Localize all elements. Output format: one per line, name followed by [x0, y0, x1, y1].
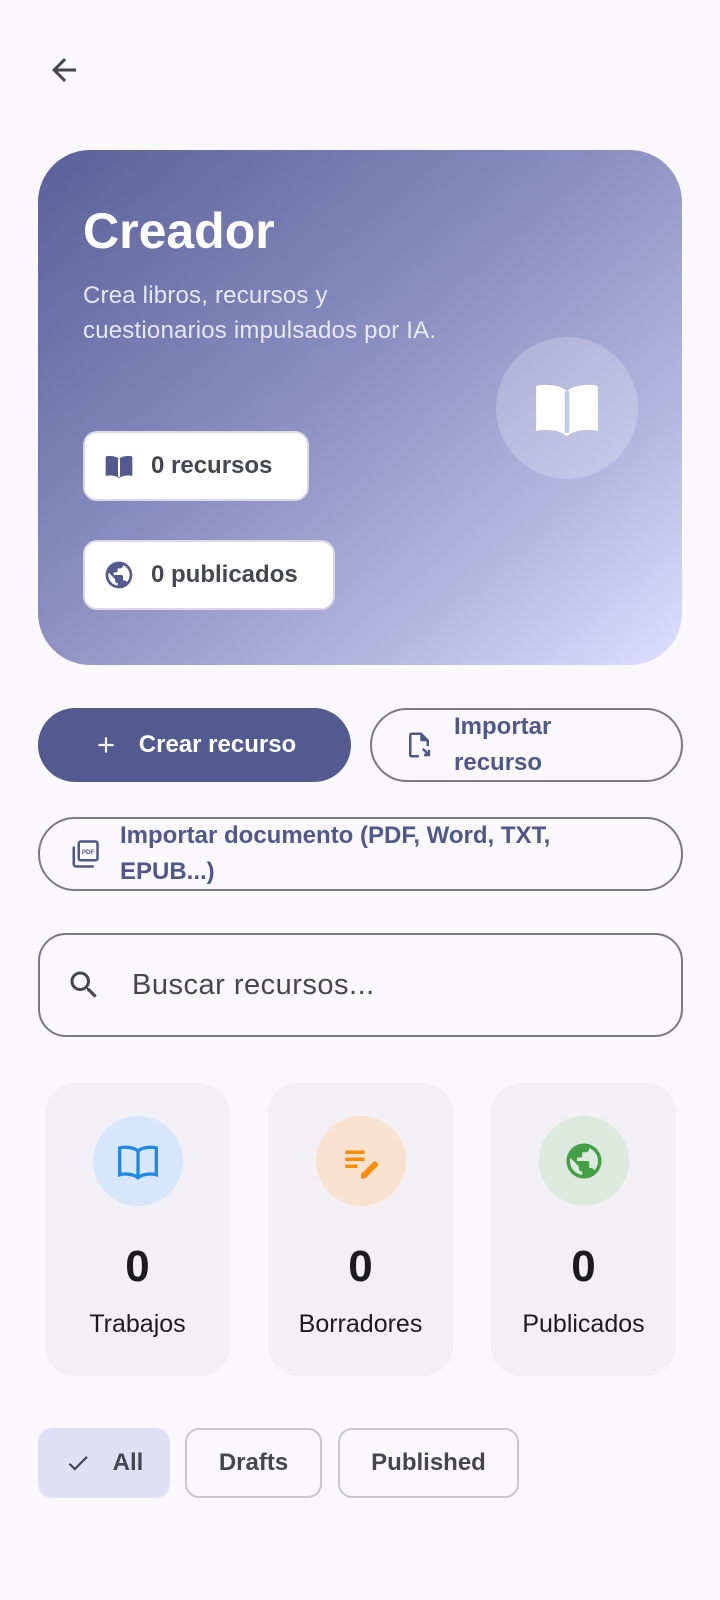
- stat-label: Borradores: [298, 1310, 423, 1338]
- stat-card-borradores: 0 Borradores: [268, 1083, 453, 1376]
- stat-icon-container: [92, 1116, 183, 1206]
- hero-card: Creador Crea libros, recursos y cuestion…: [38, 150, 682, 665]
- hero-subtitle: Crea libros, recursos y cuestionarios im…: [83, 282, 437, 344]
- create-resource-button[interactable]: Crear recurso: [38, 708, 351, 782]
- book-icon: [117, 1145, 158, 1180]
- hero-title: Creador: [83, 203, 275, 259]
- stat-value: 0: [348, 1242, 373, 1291]
- book-icon: [105, 456, 133, 479]
- published-count-label: 0 publicados: [151, 561, 298, 588]
- back-button[interactable]: [38, 44, 90, 96]
- filter-chip-label: All: [112, 1449, 144, 1476]
- edit-note-icon: [344, 1150, 378, 1179]
- stat-icon-container: [538, 1116, 629, 1206]
- globe-icon: [105, 561, 133, 589]
- check-icon: [68, 1456, 88, 1471]
- import-document-button[interactable]: PDF Importar documento (PDF, Word, TXT, …: [38, 817, 683, 891]
- filter-chip-published[interactable]: Published: [338, 1428, 519, 1498]
- resources-count-label: 0 recursos: [151, 452, 273, 479]
- globe-icon: [566, 1143, 601, 1179]
- file-import-icon: [409, 732, 431, 758]
- filter-chip-drafts[interactable]: Drafts: [185, 1428, 322, 1498]
- filter-chip-all[interactable]: All: [38, 1428, 170, 1498]
- creator-screen: Creador Crea libros, recursos y cuestion…: [0, 0, 720, 1600]
- hero-illustration: [496, 337, 638, 479]
- published-count-badge: 0 publicados: [83, 540, 335, 610]
- stat-card-trabajos: 0 Trabajos: [45, 1083, 230, 1376]
- stat-icon-container: [315, 1116, 406, 1206]
- import-resource-label: Importar recurso: [454, 713, 552, 776]
- import-document-label: Importar documento (PDF, Word, TXT, EPUB…: [120, 822, 551, 885]
- plus-icon: [98, 737, 114, 753]
- stat-value: 0: [125, 1242, 150, 1291]
- search-icon: [70, 971, 97, 998]
- svg-text:PDF: PDF: [82, 849, 95, 856]
- stat-card-publicados: 0 Publicados: [491, 1083, 676, 1376]
- resources-count-badge: 0 recursos: [83, 431, 309, 501]
- stat-label: Trabajos: [89, 1310, 186, 1338]
- search-bar[interactable]: [38, 933, 683, 1037]
- filter-chip-label: Published: [371, 1449, 486, 1476]
- stat-value: 0: [571, 1242, 596, 1291]
- import-resource-button[interactable]: Importar recurso: [370, 708, 683, 782]
- stat-label: Publicados: [522, 1310, 645, 1338]
- search-input[interactable]: [132, 968, 632, 1002]
- create-resource-label: Crear recurso: [138, 731, 297, 758]
- pdf-icon: PDF: [72, 840, 99, 868]
- book-icon: [536, 384, 598, 437]
- arrow-back-icon: [52, 58, 76, 82]
- filter-chip-label: Drafts: [218, 1449, 289, 1476]
